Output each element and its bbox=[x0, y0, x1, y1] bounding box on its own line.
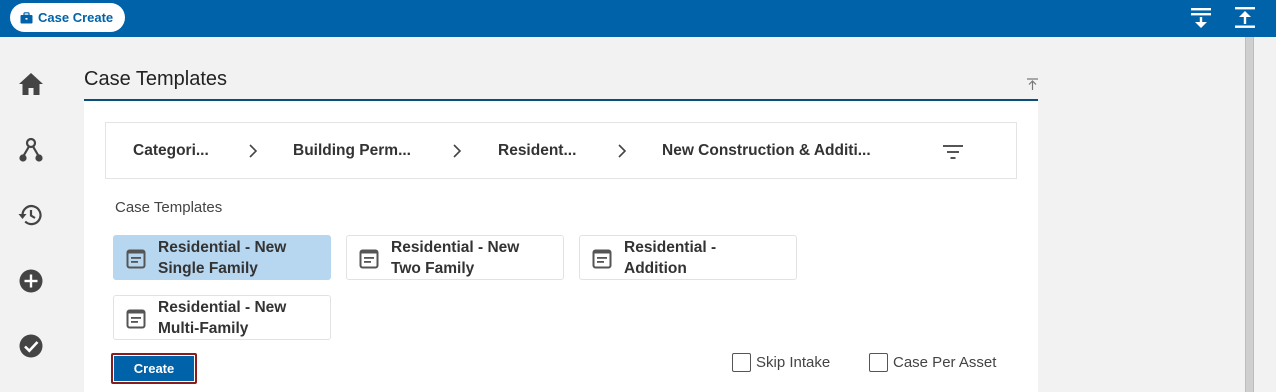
template-title: Residential - New Multi-Family bbox=[158, 299, 287, 337]
chevron-right-icon bbox=[249, 144, 258, 158]
create-button-label: Create bbox=[114, 356, 194, 381]
document-icon bbox=[126, 309, 146, 329]
chevron-right-icon bbox=[618, 144, 627, 158]
skip-intake-option[interactable]: Skip Intake bbox=[732, 353, 830, 372]
template-residential-new-single-family[interactable]: Residential - New Single Family bbox=[113, 235, 331, 280]
case-create-label: Case Create bbox=[38, 10, 114, 25]
document-icon bbox=[359, 249, 379, 269]
template-title: Residential - New Single Family bbox=[158, 239, 287, 277]
check-circle-icon[interactable] bbox=[18, 333, 44, 359]
template-title: Residential - New Two Family bbox=[391, 239, 520, 277]
top-bar: Case Create bbox=[0, 0, 1276, 37]
page-title: Case Templates bbox=[84, 68, 228, 90]
template-residential-addition[interactable]: Residential - Addition bbox=[579, 235, 797, 280]
history-icon[interactable] bbox=[18, 202, 44, 228]
case-per-asset-label: Case Per Asset bbox=[893, 354, 997, 371]
breadcrumb-item-new-construction[interactable]: New Construction & Additi... bbox=[662, 142, 871, 160]
briefcase-icon bbox=[20, 11, 33, 23]
expand-all-icon[interactable] bbox=[1190, 6, 1212, 30]
collapse-all-icon[interactable] bbox=[1234, 6, 1256, 30]
document-icon bbox=[592, 249, 612, 269]
add-circle-icon[interactable] bbox=[18, 268, 44, 294]
template-residential-new-two-family[interactable]: Residential - New Two Family bbox=[346, 235, 564, 280]
collapse-section-icon[interactable] bbox=[1026, 78, 1039, 91]
sidebar bbox=[0, 37, 62, 392]
template-residential-new-multi-family[interactable]: Residential - New Multi-Family bbox=[113, 295, 331, 340]
breadcrumb-item-categories[interactable]: Categori... bbox=[133, 142, 209, 160]
case-per-asset-checkbox[interactable] bbox=[869, 353, 888, 372]
case-templates-label: Case Templates bbox=[115, 199, 223, 216]
template-title: Residential - Addition bbox=[624, 239, 717, 277]
create-button[interactable]: Create bbox=[111, 353, 197, 384]
workflow-icon[interactable] bbox=[18, 137, 44, 163]
skip-intake-label: Skip Intake bbox=[756, 354, 831, 371]
breadcrumb-item-residential[interactable]: Resident... bbox=[498, 142, 576, 160]
chevron-right-icon bbox=[453, 144, 462, 158]
case-create-button[interactable]: Case Create bbox=[10, 3, 125, 32]
document-icon bbox=[126, 249, 146, 269]
filter-icon[interactable] bbox=[942, 142, 964, 162]
breadcrumb-item-building-permits[interactable]: Building Perm... bbox=[293, 142, 411, 160]
scrollbar[interactable] bbox=[1245, 37, 1254, 392]
home-icon[interactable] bbox=[18, 71, 44, 97]
breadcrumb: Categori... Building Perm... Resident...… bbox=[105, 122, 1017, 179]
case-per-asset-option[interactable]: Case Per Asset bbox=[869, 353, 996, 372]
skip-intake-checkbox[interactable] bbox=[732, 353, 751, 372]
